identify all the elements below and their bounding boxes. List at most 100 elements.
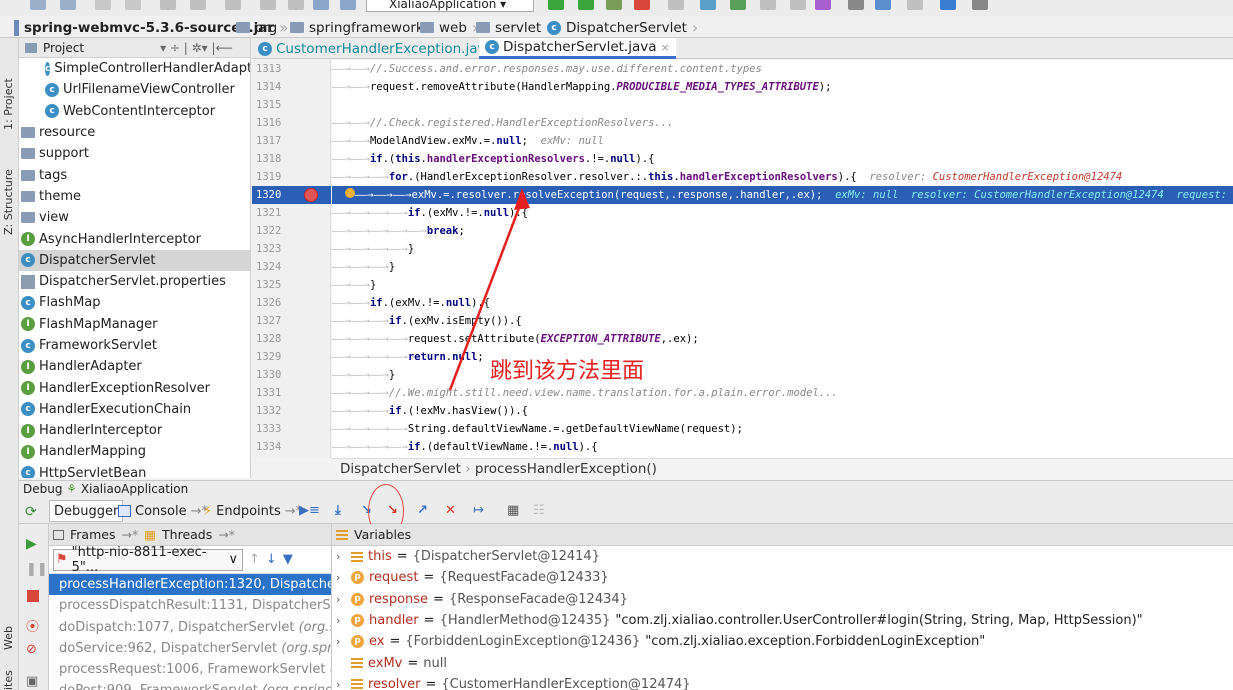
project-tree-item[interactable]: I HandlerAdapter <box>19 356 250 377</box>
debug-config-name[interactable]: XialiaoApplication <box>81 482 188 496</box>
build-icon[interactable] <box>668 0 684 10</box>
resume-icon[interactable]: ▶ <box>26 536 37 552</box>
footer-crumb-class[interactable]: DispatcherServlet <box>340 461 461 477</box>
project-tree-item[interactable]: view <box>19 207 250 228</box>
project-tree-item[interactable]: I HandlerInterceptor <box>19 420 250 441</box>
debug-icon[interactable] <box>578 0 594 10</box>
run-config-select[interactable]: XialiaoApplication ▾ <box>366 0 534 12</box>
step-over-icon[interactable]: ⤓ <box>335 503 351 519</box>
variable-row[interactable]: exMv = null <box>332 652 1233 673</box>
thread-select[interactable]: ⚑ "http-nio-8811-exec-5"... ∨ <box>53 545 243 575</box>
variable-row[interactable]: › p response = {ResponseFacade@12434} <box>332 589 1233 610</box>
terminal-icon[interactable] <box>972 0 988 10</box>
project-tree-item[interactable]: I FlashMapManager <box>19 314 250 335</box>
breadcrumb-servlet[interactable]: servlet› <box>476 18 553 37</box>
panel-options-icon[interactable]: ▾ ÷ | ✲▾ |⟵ <box>160 41 233 55</box>
variable-row[interactable]: › resolver = {CustomerHandlerException@1247… <box>332 674 1233 690</box>
tab-dispatcher-servlet[interactable]: c DispatcherServlet.java × <box>479 38 676 59</box>
camera-icon[interactable]: ▣ <box>26 674 38 689</box>
project-tree-item[interactable]: c SimpleControllerHandlerAdapter <box>19 58 250 79</box>
project-tree-item[interactable]: c UrlFilenameViewController <box>19 79 250 100</box>
threads-tab[interactable]: Threads <box>162 527 212 542</box>
expand-arrow-icon[interactable]: › <box>336 635 346 648</box>
mute-breakpoints-icon[interactable]: ⊘ <box>26 642 37 657</box>
rerun-icon[interactable]: ⟳ <box>25 504 37 520</box>
trace-icon[interactable]: ☷ <box>533 503 549 519</box>
stack-frame[interactable]: doPost:909, FrameworkServlet (org.spring… <box>49 680 331 690</box>
close-icon[interactable]: × <box>661 41 670 54</box>
help-icon[interactable] <box>940 0 956 10</box>
step-out-icon[interactable]: ↗ <box>417 503 433 519</box>
arrow-down-icon[interactable]: ↓ <box>266 552 277 567</box>
project-tree-item[interactable]: DispatcherServlet.properties <box>19 271 250 292</box>
tab-console[interactable]: Console →* <box>114 500 212 522</box>
project-tree-item[interactable]: I HandlerMapping <box>19 441 250 462</box>
find-icon[interactable] <box>260 0 276 10</box>
expand-arrow-icon[interactable]: › <box>336 614 346 627</box>
variable-row[interactable]: › p request = {RequestFacade@12433} <box>332 567 1233 588</box>
project-tree-item[interactable]: c WebContentInterceptor <box>19 101 250 122</box>
variable-row[interactable]: › p handler = {HandlerMethod@12435} "com.zlj.… <box>332 610 1233 631</box>
project-tree-item[interactable]: tags <box>19 164 250 185</box>
project-tree-item[interactable]: resource <box>19 122 250 143</box>
project-tree-item[interactable]: theme <box>19 186 250 207</box>
tab-endpoints[interactable]: ⚡ Endpoints →* <box>199 500 306 522</box>
variable-row[interactable]: › p ex = {ForbiddenLoginException@12436} "com… <box>332 631 1233 652</box>
back-icon[interactable] <box>95 0 111 10</box>
favorites-tool-tab[interactable]: ites <box>2 670 15 690</box>
project-structure-icon[interactable] <box>875 0 891 10</box>
footer-crumb-method[interactable]: processHandlerException() <box>475 461 657 477</box>
project-tree-item[interactable]: c HttpServletBean <box>19 463 250 478</box>
project-tool-tab[interactable]: 1: Project <box>2 78 15 130</box>
run-to-cursor-icon[interactable]: ↦ <box>473 503 489 519</box>
structure-tool-tab[interactable]: Z: Structure <box>2 169 15 235</box>
stack-frame[interactable]: processDispatchResult:1131, DispatcherSe… <box>49 595 331 616</box>
stack-frame[interactable]: processRequest:1006, FrameworkServlet (o… <box>49 659 331 680</box>
sync-icon[interactable] <box>60 0 76 10</box>
vcs-commit-icon[interactable] <box>730 0 746 10</box>
tab-debugger[interactable]: Debugger <box>49 500 124 522</box>
show-execution-point-icon[interactable]: ▶≡ <box>299 503 320 519</box>
stop-icon[interactable] <box>27 590 39 602</box>
view-breakpoints-icon[interactable]: ⦿ <box>26 616 39 635</box>
tab-customer-handler-exception[interactable]: c CustomerHandlerException.java × <box>252 38 513 59</box>
run-icon[interactable] <box>548 0 564 10</box>
vcs-push-icon[interactable] <box>760 0 776 10</box>
stack-frame[interactable]: doService:962, DispatcherServlet (org.sp… <box>49 638 331 659</box>
variable-row[interactable]: › this = {DispatcherServlet@12414} <box>332 546 1233 567</box>
breadcrumb-class[interactable]: c DispatcherServlet › <box>547 18 698 37</box>
copy-icon[interactable] <box>190 0 206 10</box>
project-tree-item[interactable]: I HandlerExceptionResolver <box>19 377 250 398</box>
save-icon[interactable] <box>30 0 46 10</box>
paste-icon[interactable] <box>225 0 241 10</box>
coverage-icon[interactable] <box>606 0 622 10</box>
project-tree-item[interactable]: c DispatcherServlet <box>19 249 250 271</box>
breadcrumb-org[interactable]: org › <box>236 18 289 37</box>
web-tool-tab[interactable]: Web <box>2 626 15 650</box>
expand-arrow-icon[interactable]: › <box>336 593 346 606</box>
nav-back-icon[interactable] <box>313 0 329 10</box>
project-tree-item[interactable]: c FrameworkServlet <box>19 335 250 356</box>
settings-icon[interactable] <box>848 0 864 10</box>
nav-forward-icon[interactable] <box>340 0 356 10</box>
forward-icon[interactable] <box>125 0 141 10</box>
filter-icon[interactable]: ▼ <box>283 552 293 567</box>
breadcrumb-web[interactable]: web› <box>420 18 478 37</box>
breadcrumb-springframework[interactable]: springframework› <box>290 18 435 37</box>
expand-arrow-icon[interactable]: › <box>336 550 346 563</box>
project-tree-item[interactable]: I AsyncHandlerInterceptor <box>19 228 250 249</box>
breakpoint-icon[interactable] <box>304 188 318 202</box>
stack-frame[interactable]: processHandlerException:1320, Dispatcher… <box>49 574 331 596</box>
vcs-update-icon[interactable] <box>700 0 716 10</box>
evaluate-expression-icon[interactable]: ▦ <box>507 503 523 519</box>
project-tree-item[interactable]: support <box>19 143 250 164</box>
stop-icon[interactable] <box>634 0 650 10</box>
project-tree-item[interactable]: c FlashMap <box>19 292 250 313</box>
drop-frame-icon[interactable]: ✕ <box>445 503 461 519</box>
arrow-up-icon[interactable]: ↑ <box>249 552 260 567</box>
project-tree-item[interactable]: c HandlerExecutionChain <box>19 399 250 420</box>
sdk-icon[interactable] <box>907 0 923 10</box>
project-panel-title[interactable]: Project <box>43 41 84 55</box>
expand-arrow-icon[interactable]: › <box>336 678 346 690</box>
expand-arrow-icon[interactable]: › <box>336 571 346 584</box>
